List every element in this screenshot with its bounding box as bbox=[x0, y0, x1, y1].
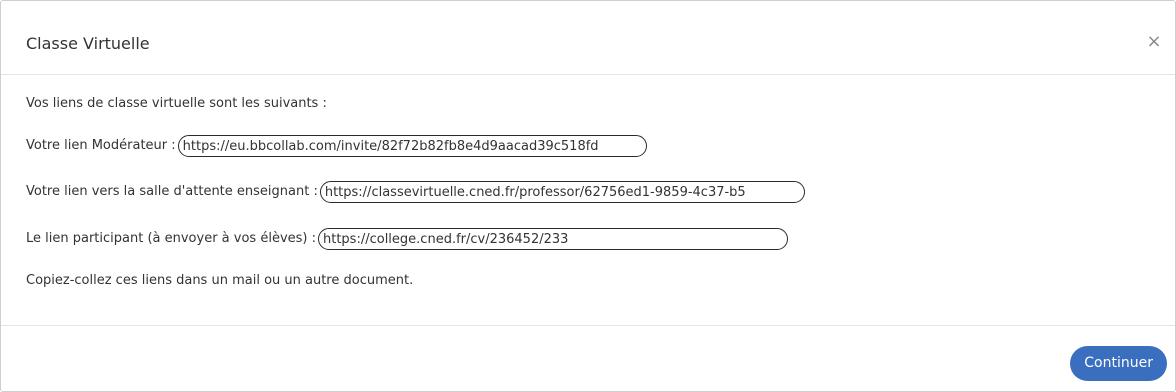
intro-text: Vos liens de classe virtuelle sont les s… bbox=[26, 96, 327, 111]
moderator-link-label: Votre lien Modérateur : bbox=[26, 138, 176, 153]
dialog-title: Classe Virtuelle bbox=[26, 34, 150, 53]
virtual-class-dialog: Classe Virtuelle × Vos liens de classe v… bbox=[0, 0, 1176, 392]
participant-link-row: Le lien participant (à envoyer à vos élè… bbox=[26, 228, 788, 250]
participant-link-label: Le lien participant (à envoyer à vos élè… bbox=[26, 231, 316, 246]
dialog-body: Vos liens de classe virtuelle sont les s… bbox=[1, 75, 1175, 326]
dialog-footer: Continuer bbox=[1, 326, 1175, 391]
copy-instructions-row: Copiez-collez ces liens dans un mail ou … bbox=[26, 270, 413, 292]
moderator-link-field[interactable] bbox=[177, 135, 647, 157]
moderator-link-row: Votre lien Modérateur : bbox=[26, 135, 647, 157]
waiting-room-link-row: Votre lien vers la salle d'attente ensei… bbox=[26, 181, 805, 203]
intro-text-row: Vos liens de classe virtuelle sont les s… bbox=[26, 93, 327, 115]
close-icon[interactable]: × bbox=[1145, 32, 1163, 52]
waiting-room-link-label: Votre lien vers la salle d'attente ensei… bbox=[26, 184, 318, 199]
waiting-room-link-field[interactable] bbox=[319, 181, 805, 203]
dialog-header: Classe Virtuelle × bbox=[1, 1, 1175, 75]
continue-button[interactable]: Continuer bbox=[1070, 346, 1167, 381]
copy-instructions-text: Copiez-collez ces liens dans un mail ou … bbox=[26, 273, 414, 288]
participant-link-field[interactable] bbox=[318, 228, 788, 250]
